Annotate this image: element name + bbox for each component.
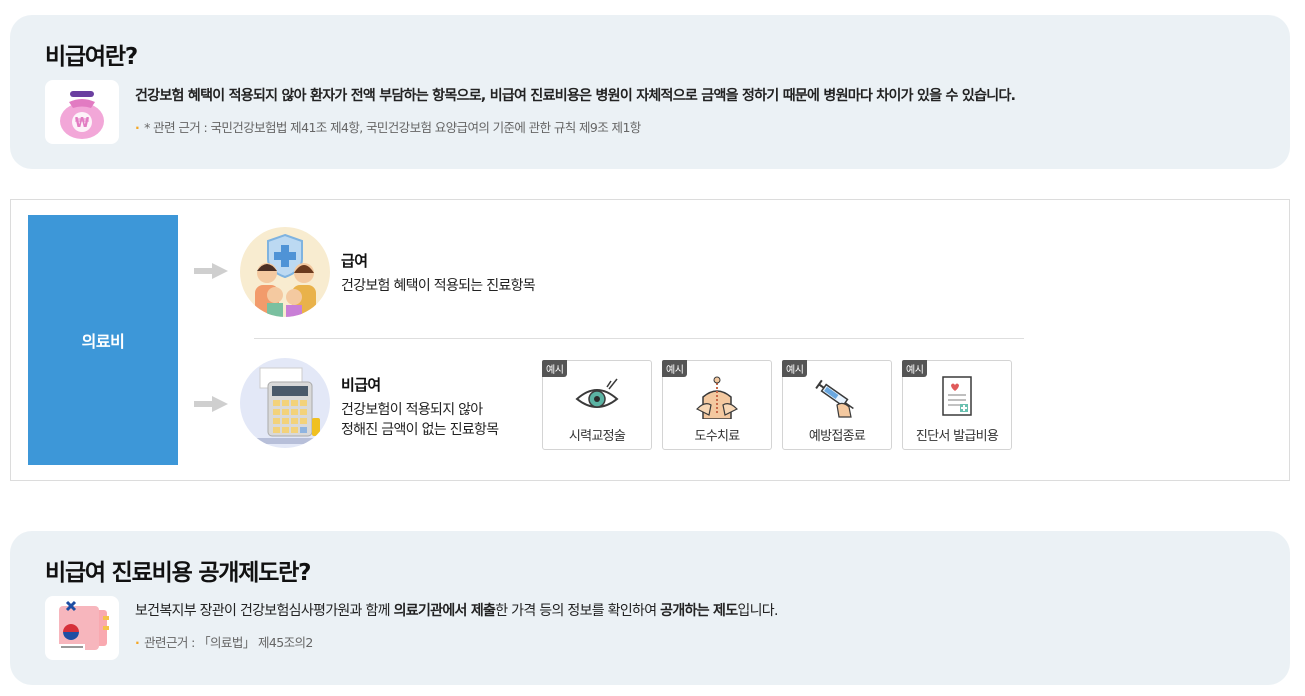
example-label: 진단서 발급비용 xyxy=(915,429,999,444)
example-label: 도수치료 xyxy=(694,429,740,444)
bullet-icon: · xyxy=(135,120,140,135)
covered-title: 급여 xyxy=(341,252,368,270)
example-card-manual-therapy: 예시 도수치료 xyxy=(662,360,772,450)
disclosure-system-panel: 비급여 진료비용 공개제도란? 보건복지부 장관이 건강보험심사평가원과 함께 … xyxy=(10,531,1290,685)
section-description: 보건복지부 장관이 건강보험심사평가원과 함께 의료기관에서 제출한 가격 등의… xyxy=(135,600,778,620)
arrow-right-icon xyxy=(194,263,228,279)
section-title: 비급여란? xyxy=(45,44,138,70)
manual-therapy-icon xyxy=(695,376,739,419)
non-covered-info-panel: 비급여란? ₩ 건강보험 혜택이 적용되지 않아 환자가 전액 부담하는 항목으… xyxy=(10,15,1290,169)
non-covered-title: 비급여 xyxy=(341,376,381,394)
description-part: 입니다. xyxy=(737,603,778,619)
example-tag: 예시 xyxy=(542,360,568,377)
section-description: 건강보험 혜택이 적용되지 않아 환자가 전액 부담하는 항목으로, 비급여 진… xyxy=(135,88,1016,104)
certificate-icon xyxy=(942,376,972,416)
arrow-right-icon xyxy=(194,396,228,412)
eye-icon xyxy=(575,378,619,408)
non-covered-description-line2: 정해진 금액이 없는 진료항목 xyxy=(341,422,499,438)
example-card-vision-correction: 예시 시력교정술 xyxy=(542,360,652,450)
description-part: 한 가격 등의 정보를 확인하여 xyxy=(495,603,661,619)
example-label: 예방접종료 xyxy=(808,429,866,444)
legal-basis-text: * 관련 근거 : 국민건강보험법 제41조 제4항, 국민건강보험 요양급여의… xyxy=(144,120,641,135)
medical-cost-box: 의료비 xyxy=(28,215,178,465)
ministry-document-icon xyxy=(45,596,119,660)
description-emphasis: 의료기관에서 제출 xyxy=(393,603,496,619)
bullet-icon: · xyxy=(135,635,140,650)
money-bag-icon: ₩ xyxy=(45,80,119,144)
covered-description: 건강보험 혜택이 적용되는 진료항목 xyxy=(341,278,536,294)
medical-cost-diagram: 의료비 급여 건강보험 혜택이 적용되는 진료항목 비급여 건강보험이 적용되지… xyxy=(10,199,1290,481)
legal-basis-note: · * 관련 근거 : 국민건강보험법 제41조 제4항, 국민건강보험 요양급여… xyxy=(135,117,641,136)
section-title: 비급여 진료비용 공개제도란? xyxy=(45,560,311,586)
example-tag: 예시 xyxy=(782,360,808,377)
example-card-certificate: 예시 진단서 발급비용 xyxy=(902,360,1012,450)
description-emphasis: 공개하는 제도 xyxy=(660,603,738,619)
example-label: 시력교정술 xyxy=(568,429,626,444)
legal-basis-text: 관련근거 : 「의료법」 제45조의2 xyxy=(144,635,313,650)
non-covered-description-line1: 건강보험이 적용되지 않아 xyxy=(341,402,483,418)
family-insurance-illustration xyxy=(240,227,330,317)
example-tag: 예시 xyxy=(902,360,928,377)
calculator-illustration xyxy=(240,358,330,448)
description-part: 보건복지부 장관이 건강보험심사평가원과 함께 xyxy=(135,603,394,619)
example-tag: 예시 xyxy=(662,360,688,377)
won-symbol: ₩ xyxy=(75,116,90,131)
medical-cost-label: 의료비 xyxy=(81,332,125,351)
syringe-icon xyxy=(815,379,854,418)
example-card-vaccination: 예시 예방접종료 xyxy=(782,360,892,450)
divider xyxy=(254,338,1024,339)
legal-basis-note: · 관련근거 : 「의료법」 제45조의2 xyxy=(135,632,313,651)
